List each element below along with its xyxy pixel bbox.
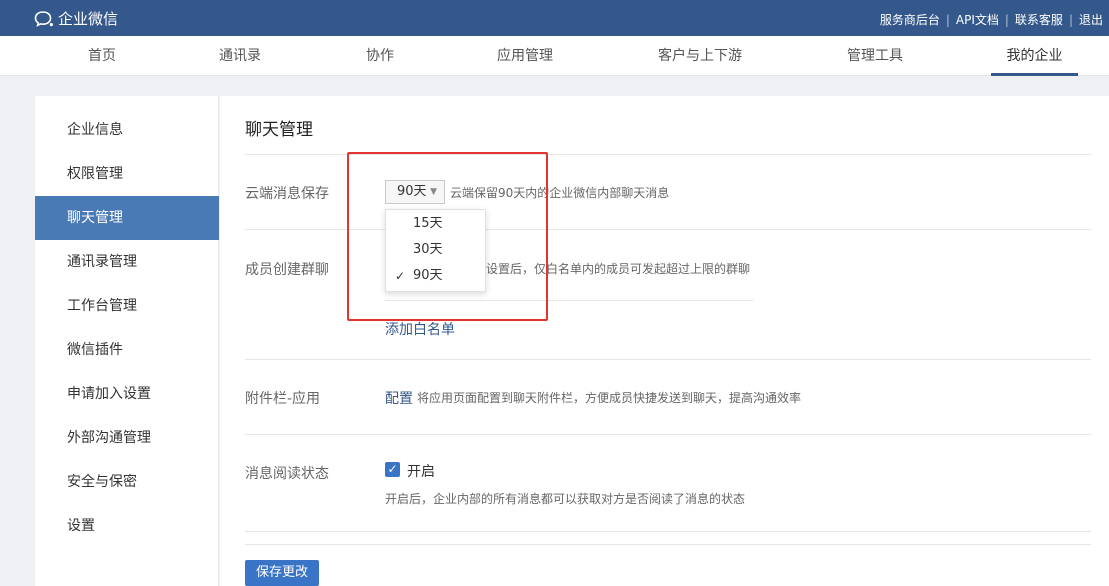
sidebar-item-settings[interactable]: 设置	[35, 504, 219, 548]
cloud-storage-label: 云端消息保存	[245, 186, 329, 202]
configure-link[interactable]: 配置	[385, 388, 413, 408]
group-create-hint: 设置后，仅白名单内的成员可发起超过上限的群聊	[486, 262, 751, 276]
wecom-logo-icon	[34, 10, 54, 28]
divider	[245, 359, 1091, 360]
option-label: 30天	[413, 242, 443, 257]
read-status-label: 消息阅读状态	[245, 466, 329, 482]
main-nav: 首页 通讯录 协作 应用管理 客户与上下游 管理工具 我的企业	[0, 36, 1109, 76]
retention-period-value: 90天	[397, 184, 427, 199]
save-changes-button[interactable]: 保存更改	[245, 560, 319, 586]
divider	[245, 154, 1091, 155]
link-contact-support[interactable]: 联系客服	[1009, 11, 1069, 28]
top-links: 服务商后台 | API文档 | 联系客服 | 退出	[874, 11, 1109, 28]
sidebar-item-workbench-management[interactable]: 工作台管理	[35, 284, 219, 328]
retention-period-select[interactable]: 90天 ▼	[385, 180, 445, 204]
divider	[245, 229, 1091, 230]
tab-my-enterprise[interactable]: 我的企业	[991, 36, 1078, 76]
sidebar-item-external-communication[interactable]: 外部沟通管理	[35, 416, 219, 460]
logo[interactable]: 企业微信	[34, 8, 118, 29]
attachment-bar-label: 附件栏-应用	[245, 391, 321, 407]
attachment-bar-hint: 将应用页面配置到聊天附件栏，方便成员快捷发送到聊天，提高沟通效率	[417, 391, 802, 405]
tab-collaboration[interactable]: 协作	[350, 36, 410, 76]
tab-app-management[interactable]: 应用管理	[490, 36, 560, 76]
option-label: 90天	[413, 268, 443, 283]
cloud-storage-hint: 云端保留90天内的企业微信内部聊天消息	[450, 186, 670, 200]
link-service-provider[interactable]: 服务商后台	[874, 11, 946, 28]
sidebar-item-contacts-management[interactable]: 通讯录管理	[35, 240, 219, 284]
option-label: 15天	[413, 216, 443, 231]
divider	[245, 544, 1091, 545]
sidebar-item-permissions[interactable]: 权限管理	[35, 152, 219, 196]
logo-text: 企业微信	[58, 10, 119, 28]
caret-down-icon: ▼	[430, 187, 437, 197]
tab-contacts[interactable]: 通讯录	[210, 36, 270, 76]
tab-management-tools[interactable]: 管理工具	[840, 36, 910, 76]
sidebar-item-wechat-plugin[interactable]: 微信插件	[35, 328, 219, 372]
read-status-hint: 开启后，企业内部的所有消息都可以获取对方是否阅读了消息的状态	[385, 492, 746, 506]
tab-customers-partners[interactable]: 客户与上下游	[650, 36, 750, 76]
link-logout[interactable]: 退出	[1073, 11, 1109, 28]
main-panel	[220, 96, 1109, 586]
sidebar-item-chat-management[interactable]: 聊天管理	[35, 196, 219, 240]
top-bar: 企业微信 服务商后台 | API文档 | 联系客服 | 退出	[0, 0, 1109, 36]
sidebar-item-enterprise-info[interactable]: 企业信息	[35, 108, 219, 152]
sidebar: 企业信息 权限管理 聊天管理 通讯录管理 工作台管理 微信插件 申请加入设置 外…	[35, 96, 219, 586]
check-icon: ✓	[395, 269, 406, 283]
divider: |	[945, 12, 950, 27]
divider	[245, 434, 1091, 435]
read-status-checkbox-label[interactable]: 开启	[407, 461, 435, 481]
divider	[245, 531, 1091, 532]
divider: |	[1004, 12, 1009, 27]
dropdown-option-30-days[interactable]: 30天	[386, 237, 486, 263]
link-api-docs[interactable]: API文档	[950, 11, 1005, 28]
tab-home[interactable]: 首页	[72, 36, 132, 76]
sidebar-item-join-settings[interactable]: 申请加入设置	[35, 372, 219, 416]
retention-period-dropdown: 15天 30天 ✓ 90天	[385, 209, 486, 292]
add-whitelist-link[interactable]: 添加白名单	[385, 319, 455, 339]
checkmark-icon: ✓	[387, 462, 398, 476]
group-create-label: 成员创建群聊	[245, 262, 329, 278]
divider	[385, 300, 753, 301]
page-title: 聊天管理	[245, 120, 313, 140]
read-status-checkbox[interactable]: ✓	[385, 462, 400, 477]
sidebar-item-security[interactable]: 安全与保密	[35, 460, 219, 504]
dropdown-option-15-days[interactable]: 15天	[386, 211, 486, 237]
dropdown-option-90-days[interactable]: ✓ 90天	[386, 263, 486, 289]
divider: |	[1068, 12, 1073, 27]
